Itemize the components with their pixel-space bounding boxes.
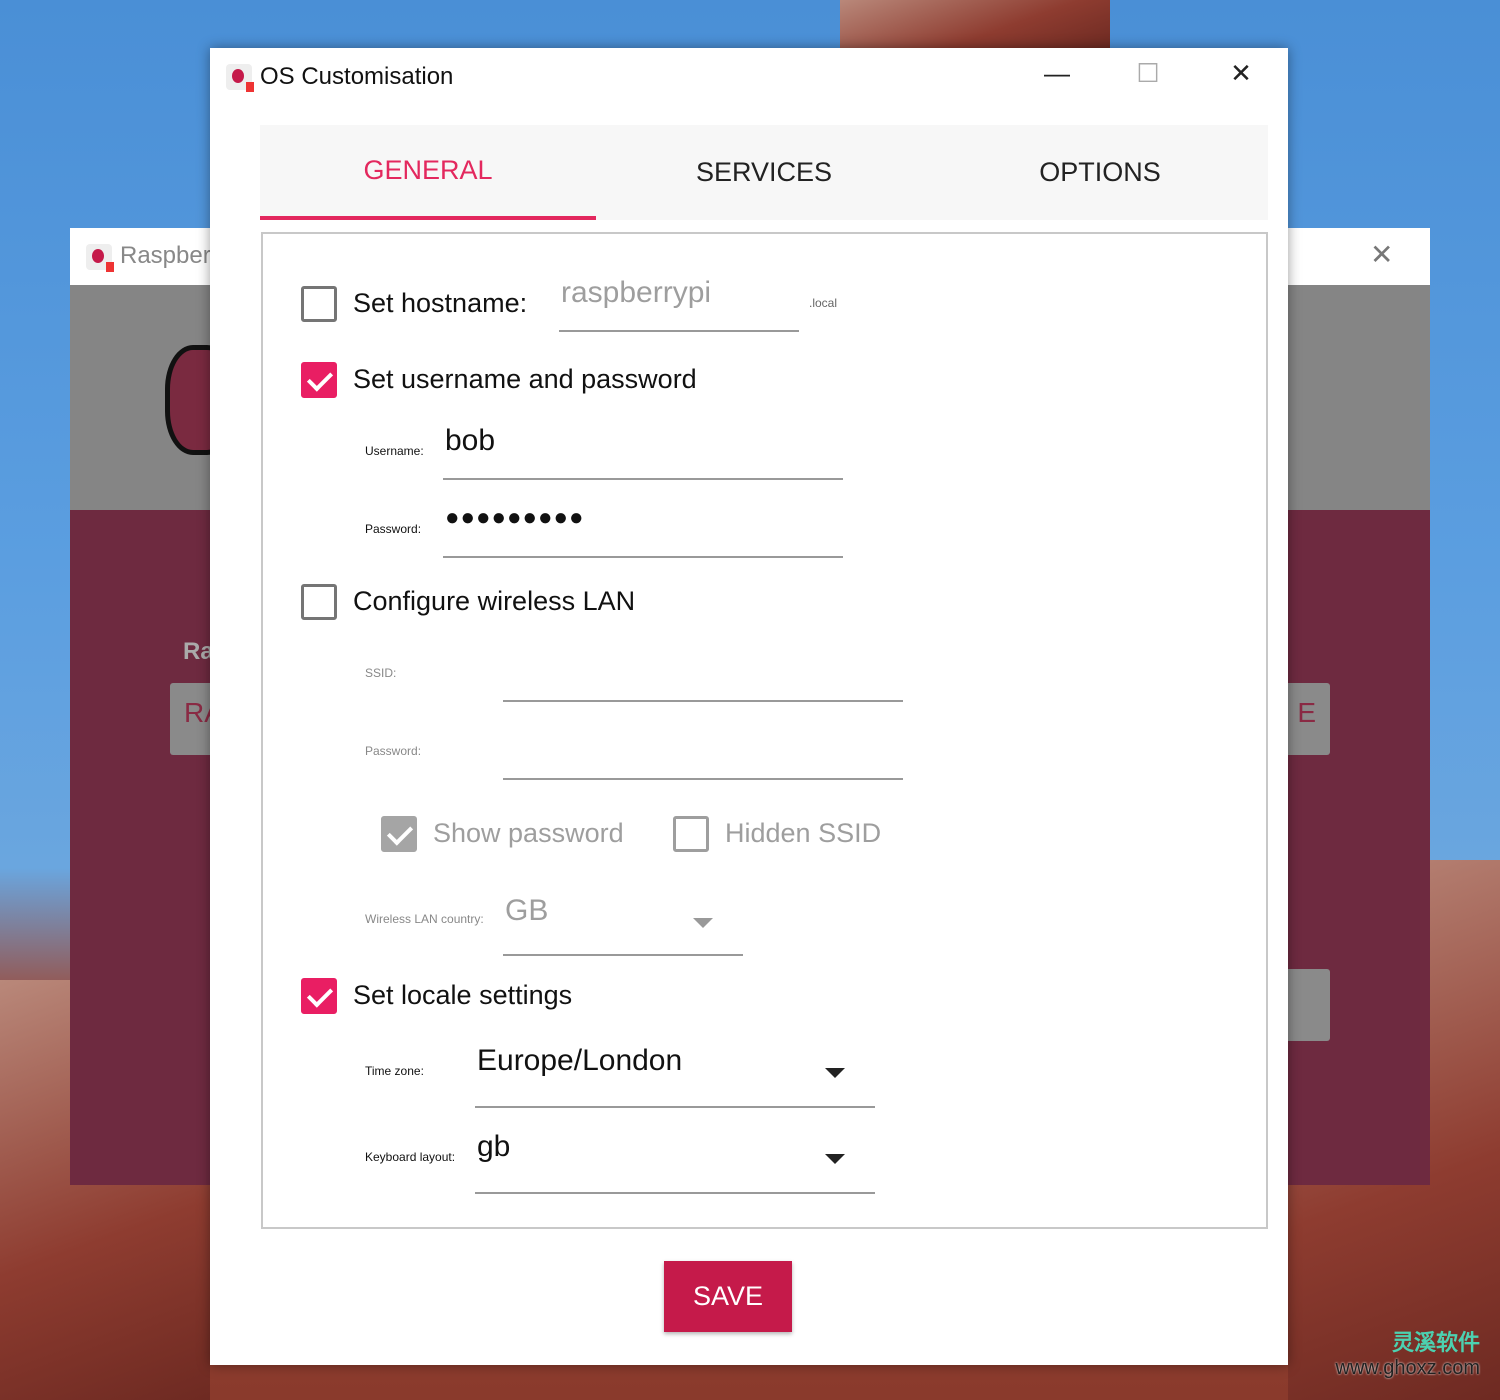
locale-label: Set locale settings [353, 980, 573, 1010]
tab-services[interactable]: SERVICES [596, 125, 932, 220]
keyboard-value: gb [477, 1130, 511, 1163]
wireless-lan-checkbox[interactable] [301, 584, 337, 620]
general-panel: Set hostname: raspberrypi .local Set use… [261, 232, 1268, 1229]
ssid-input[interactable] [503, 644, 903, 702]
chevron-down-icon [825, 1154, 845, 1164]
timezone-label: Time zone: [365, 1064, 424, 1078]
wlan-password-label: Password: [365, 744, 422, 758]
desktop-wallpaper-rock [840, 0, 1110, 48]
username-label: Username: [365, 444, 424, 458]
tab-bar: GENERAL SERVICES OPTIONS [260, 125, 1268, 220]
maximize-icon[interactable]: ☐ [1128, 58, 1168, 89]
save-button[interactable]: SAVE [664, 1261, 792, 1332]
ssid-label: SSID: [365, 666, 397, 680]
password-label: Password: [365, 522, 422, 536]
hostname-input[interactable]: raspberrypi [559, 276, 799, 332]
os-customisation-dialog: OS Customisation — ☐ ✕ GENERAL SERVICES … [210, 48, 1288, 1365]
close-icon[interactable]: ✕ [1370, 238, 1393, 271]
watermark-brand: 灵溪软件 [1391, 1330, 1480, 1355]
hostname-suffix: .local [809, 296, 838, 310]
tab-options[interactable]: OPTIONS [932, 125, 1268, 220]
keyboard-label: Keyboard layout: [365, 1150, 456, 1164]
raspberry-pi-app-icon [86, 244, 114, 272]
show-password-checkbox[interactable] [381, 816, 417, 852]
username-password-label: Set username and password [353, 364, 697, 394]
username-input[interactable]: bob [443, 424, 843, 480]
timezone-value: Europe/London [477, 1044, 683, 1077]
wlan-country-value: GB [505, 894, 549, 927]
show-password-label: Show password [433, 818, 624, 848]
hostname-label: Set hostname: [353, 288, 528, 318]
hidden-ssid-checkbox[interactable] [673, 816, 709, 852]
locale-checkbox[interactable] [301, 978, 337, 1014]
hidden-ssid-label: Hidden SSID [725, 818, 882, 848]
timezone-select[interactable]: Europe/London [475, 1044, 875, 1108]
wlan-country-label: Wireless LAN country: [365, 912, 484, 926]
wlan-country-select[interactable]: GB [503, 894, 743, 956]
background-window-title: Raspberr [120, 242, 219, 269]
close-icon[interactable]: ✕ [1221, 58, 1261, 89]
password-input[interactable]: ●●●●●●●●● [443, 504, 843, 558]
chevron-down-icon [693, 918, 713, 928]
wlan-password-input[interactable] [503, 722, 903, 780]
dialog-title: OS Customisation [260, 63, 454, 90]
username-password-checkbox[interactable] [301, 362, 337, 398]
minimize-icon[interactable]: — [1037, 58, 1077, 89]
tab-general[interactable]: GENERAL [260, 125, 596, 220]
hostname-checkbox[interactable] [301, 286, 337, 322]
watermark-url: www.ghoxz.com [1335, 1357, 1481, 1379]
watermark: 灵溪软件 www.ghoxz.com [1336, 1325, 1481, 1380]
wireless-lan-label: Configure wireless LAN [353, 586, 636, 616]
chevron-down-icon [825, 1068, 845, 1078]
raspberry-pi-app-icon [226, 64, 254, 92]
keyboard-select[interactable]: gb [475, 1130, 875, 1194]
